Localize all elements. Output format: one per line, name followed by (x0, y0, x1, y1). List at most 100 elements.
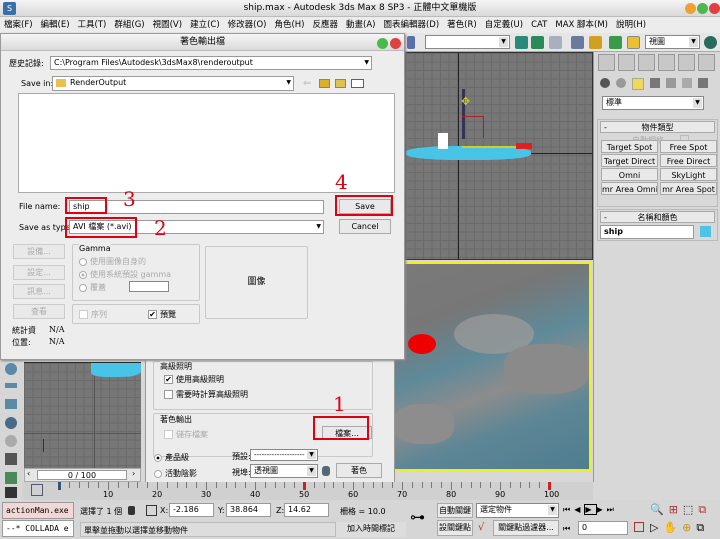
y-coordinate-input[interactable]: 38.864 (226, 503, 271, 517)
set-key-button[interactable]: 設關鍵點 (437, 520, 473, 536)
viewport-perspective[interactable] (392, 262, 591, 471)
menu-item[interactable]: CAT (527, 17, 551, 33)
object-name-input[interactable]: ship (600, 225, 694, 239)
time-config-icon[interactable] (634, 522, 644, 532)
z-coordinate-input[interactable]: 14.62 (284, 503, 329, 517)
name-color-header[interactable]: - 名稱和顏色 (600, 211, 715, 223)
frame-counter[interactable]: 0 / 100 (37, 470, 127, 480)
analyze-icon[interactable] (5, 472, 17, 484)
sequence-checkbox[interactable]: 序列 (79, 309, 107, 320)
quick-render-icon[interactable] (704, 36, 717, 49)
light-type-button[interactable]: mr Area Omni (601, 182, 658, 195)
viewport-front[interactable]: ✥ (405, 52, 593, 260)
zoom-extents-all-icon[interactable]: ⧉ (698, 503, 706, 517)
compute-adv-lighting-checkbox[interactable]: 需要時計算高級照明 (164, 389, 248, 400)
menu-item[interactable]: 檔案(F) (0, 17, 37, 33)
render-scene-icon[interactable] (627, 36, 640, 49)
play-icon[interactable]: ▶ (584, 504, 597, 515)
gamma-override-radio[interactable]: 覆蓋 (79, 282, 106, 293)
preset-combo[interactable]: -------------------- ▼ (250, 449, 318, 461)
geometry-icon[interactable] (600, 78, 610, 88)
dialog-help-button[interactable] (377, 38, 388, 49)
light-type-button[interactable]: SkyLight (660, 168, 717, 181)
menu-item[interactable]: 反應器 (309, 17, 343, 33)
use-adv-lighting-checkbox[interactable]: ✔ 使用高級照明 (164, 374, 224, 385)
zoom-extents-icon[interactable]: ⬚ (683, 503, 693, 517)
selection-lock-icon[interactable] (128, 506, 135, 515)
viewport-combo[interactable]: 透視圖 ▼ (250, 464, 318, 478)
mini-curve-editor-icon[interactable] (31, 484, 43, 496)
timeline[interactable]: 10 20 30 40 50 60 70 80 90 100 (23, 482, 593, 500)
menu-item[interactable]: 著色(R) (443, 17, 481, 33)
preview-icon[interactable] (5, 453, 17, 465)
object-color-swatch[interactable] (700, 226, 711, 237)
light-type-button[interactable]: Free Spot (660, 140, 717, 153)
absolute-mode-icon[interactable] (146, 505, 157, 516)
prev-frame-icon[interactable]: ◀ (574, 505, 584, 514)
back-icon[interactable]: ⇐ (303, 78, 311, 89)
create-tab-icon[interactable] (598, 54, 615, 71)
close-button[interactable] (709, 3, 720, 14)
light-type-button[interactable]: Target Spot (601, 140, 658, 153)
rope-icon[interactable] (5, 383, 17, 388)
production-radio[interactable]: 產品級 (154, 452, 189, 463)
light-type-button[interactable]: Target Direct (601, 154, 658, 167)
render-type-combo[interactable]: 視圖 ▼ (645, 35, 700, 49)
time-slider-next[interactable]: › (132, 469, 135, 478)
light-type-button[interactable]: Omni (601, 168, 658, 181)
time-slider-prev[interactable]: ‹ (27, 469, 30, 478)
add-time-tag-button[interactable]: 加入時間標記 (336, 522, 406, 537)
setup-button[interactable]: 設備... (13, 244, 65, 259)
menu-item[interactable]: 角色(H) (270, 17, 308, 33)
preview-checkbox[interactable]: ✔ 預覽 (148, 309, 176, 320)
viewport-left[interactable] (24, 362, 141, 469)
view-button[interactable]: 查看 (13, 304, 65, 319)
info-button[interactable]: 訊息... (13, 284, 65, 299)
named-selection-combo[interactable]: ▼ (425, 35, 510, 49)
camera-icon[interactable] (5, 487, 17, 498)
layer-icon[interactable] (549, 36, 562, 49)
spacewarps-icon[interactable] (682, 78, 692, 88)
zoom-icon[interactable]: 🔍 (650, 503, 664, 517)
menu-item[interactable]: 視圖(V) (149, 17, 186, 33)
key-tangent-icon[interactable]: √ (478, 522, 484, 533)
gamma-system-radio[interactable]: 使用系統預設 gamma (79, 269, 171, 280)
cancel-button[interactable]: Cancel (339, 219, 391, 234)
app-icon[interactable]: S (3, 2, 16, 15)
minimize-button[interactable] (685, 3, 696, 14)
key-mode-combo[interactable]: 選定物件 ▼ (476, 503, 559, 518)
menu-item[interactable]: 工具(T) (74, 17, 111, 33)
maxscript-listener-output[interactable]: actionMan.exe (2, 502, 74, 519)
goto-start-icon[interactable]: ⏮ (563, 505, 574, 514)
new-folder-icon[interactable] (335, 79, 346, 88)
material-editor-icon[interactable] (609, 36, 622, 49)
gamma-own-radio[interactable]: 使用圖像自身的 (79, 256, 146, 267)
select-icon[interactable] (407, 36, 415, 49)
disabled-tool-icon[interactable] (5, 435, 17, 447)
x-coordinate-input[interactable]: -2.186 (169, 503, 214, 517)
maximize-viewport-icon[interactable]: ⧉ (696, 521, 704, 535)
reactor-icon[interactable] (5, 363, 17, 375)
goto-end-icon[interactable]: ⏭ (607, 505, 618, 514)
systems-icon[interactable] (698, 78, 708, 88)
motion-tab-icon[interactable] (658, 54, 675, 71)
utilities-tab-icon[interactable] (698, 54, 715, 71)
mirror-icon[interactable] (515, 36, 528, 49)
menu-item[interactable]: 圖表編輯器(D) (379, 17, 443, 33)
helpers-icon[interactable] (666, 78, 676, 88)
gamma-override-spinner[interactable] (129, 281, 169, 292)
up-folder-icon[interactable] (319, 79, 330, 88)
category-combo[interactable]: 標準 ▼ (602, 96, 704, 110)
lights-icon[interactable] (632, 78, 644, 90)
time-slider-handle[interactable] (58, 482, 61, 490)
activeshade-radio[interactable]: 活動陰影 (154, 468, 197, 479)
maximize-button[interactable] (697, 3, 708, 14)
save-file-checkbox[interactable]: 儲存檔案 (164, 429, 208, 440)
maxscript-listener-input[interactable]: --* COLLADA e (2, 520, 74, 537)
set-key-icon[interactable]: ⊶ (410, 508, 425, 526)
zoom-all-icon[interactable]: ⊞ (669, 503, 678, 517)
lock-icon[interactable] (322, 466, 330, 476)
key-filters-button[interactable]: 關鍵點過濾器... (493, 520, 559, 536)
auto-key-button[interactable]: 自動關鍵 (437, 503, 473, 518)
menu-item[interactable]: 群組(G) (110, 17, 148, 33)
